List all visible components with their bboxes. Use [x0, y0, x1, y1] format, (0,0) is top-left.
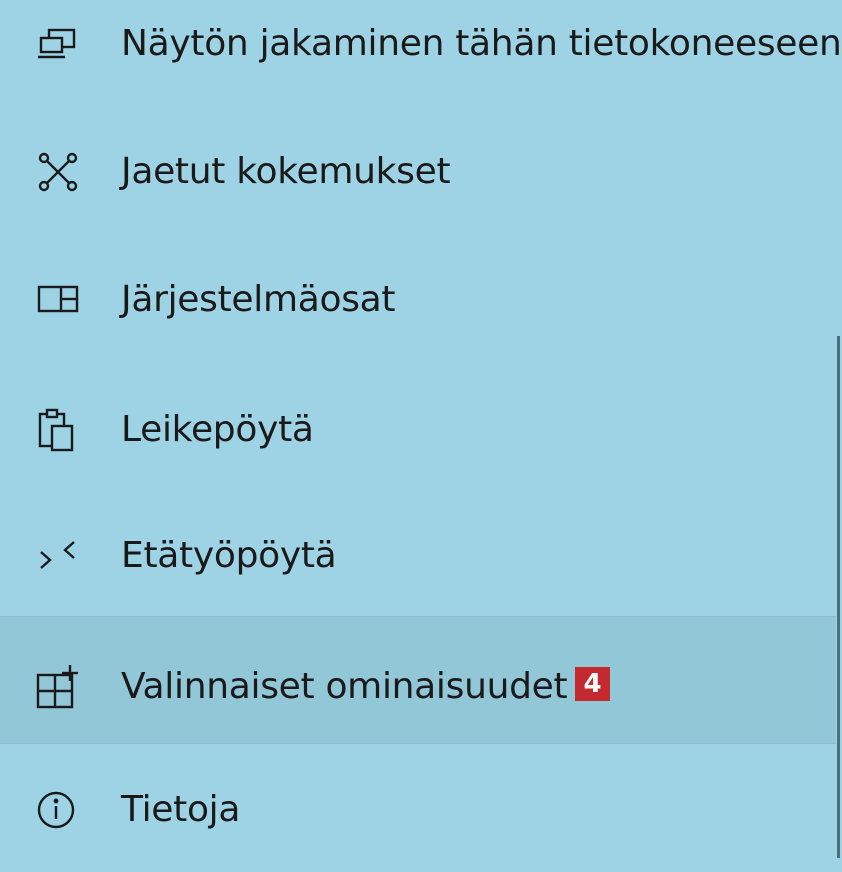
nav-item-label: Tietoja — [121, 789, 241, 830]
nav-item-system-components[interactable]: Järjestelmäosat — [0, 236, 836, 364]
nav-item-label: Etätyöpöytä — [121, 535, 337, 576]
project-to-pc-icon — [36, 22, 80, 66]
optional-features-icon — [36, 665, 80, 709]
nav-item-label: Valinnaiset ominaisuudet — [121, 666, 568, 707]
annotation-badge: 4 — [575, 667, 610, 701]
nav-item-label: Järjestelmäosat — [121, 279, 396, 320]
nav-item-label: Jaetut kokemukset — [121, 151, 451, 192]
nav-item-about[interactable]: Tietoja — [0, 744, 836, 872]
nav-item-label: Leikepöytä — [121, 409, 314, 450]
remote-desktop-icon — [36, 534, 80, 578]
nav-item-project-to-pc[interactable]: Näytön jakaminen tähän tietokoneeseen — [0, 0, 842, 108]
scrollbar[interactable] — [836, 0, 842, 858]
nav-item-shared-experiences[interactable]: Jaetut kokemukset — [0, 108, 836, 236]
shared-experiences-icon — [36, 150, 80, 194]
nav-item-optional-features[interactable]: Valinnaiset ominaisuudet 4 — [0, 616, 836, 744]
info-icon — [36, 788, 80, 832]
settings-nav-list: Näytön jakaminen tähän tietokoneeseen Ja… — [0, 0, 842, 858]
clipboard-icon — [36, 408, 80, 452]
nav-item-clipboard[interactable]: Leikepöytä — [0, 366, 836, 494]
nav-item-label: Näytön jakaminen tähän tietokoneeseen — [121, 23, 842, 64]
scrollbar-thumb[interactable] — [837, 336, 840, 858]
nav-item-remote-desktop[interactable]: Etätyöpöytä — [0, 492, 836, 620]
system-components-icon — [36, 278, 80, 322]
